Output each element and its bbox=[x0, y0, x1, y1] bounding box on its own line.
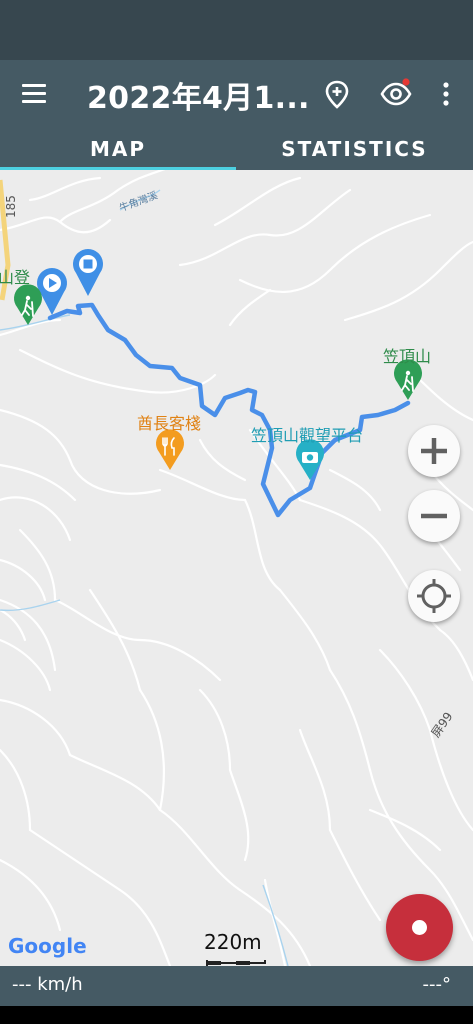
my-location-button[interactable] bbox=[408, 570, 460, 622]
notification-dot bbox=[402, 78, 410, 86]
tab-statistics[interactable]: STATISTICS bbox=[236, 128, 473, 170]
scale-label: 220m bbox=[204, 930, 262, 954]
map-roads bbox=[0, 170, 473, 966]
plus-icon bbox=[421, 438, 447, 464]
record-icon bbox=[412, 920, 427, 935]
bottom-status-bar: --- km/h ---° bbox=[0, 966, 473, 1006]
pin-end-icon bbox=[73, 249, 104, 296]
more-vert-icon[interactable] bbox=[426, 74, 466, 114]
minus-icon bbox=[421, 513, 447, 519]
page-title: 2022年4月1... bbox=[87, 81, 310, 116]
status-bar bbox=[0, 0, 473, 60]
app-bar: 2022年4月1... bbox=[0, 60, 473, 128]
tab-map[interactable]: MAP bbox=[0, 128, 236, 170]
speed-value: --- km/h bbox=[12, 974, 83, 995]
map-view[interactable]: 185 牛角灣溪 山登 笠頂山 酋長客棧 笠頂山觀望平台 屏99 Google … bbox=[0, 170, 473, 966]
record-button[interactable] bbox=[386, 894, 453, 961]
hamburger-menu-icon[interactable] bbox=[14, 74, 54, 114]
eye-icon[interactable] bbox=[375, 74, 415, 114]
system-nav-bar bbox=[0, 1006, 473, 1024]
viewpoint-label: 笠頂山觀望平台 bbox=[251, 426, 364, 445]
trailhead-label: 山登 bbox=[0, 268, 31, 287]
hiking-trailhead-icon bbox=[14, 284, 43, 325]
zoom-in-button[interactable] bbox=[408, 425, 460, 477]
google-logo: Google bbox=[8, 934, 87, 958]
restaurant-label: 酋長客棧 bbox=[137, 414, 202, 433]
restaurant-icon bbox=[156, 429, 184, 470]
add-marker-icon[interactable] bbox=[317, 74, 357, 114]
tab-bar: MAP STATISTICS bbox=[0, 128, 473, 170]
zoom-out-button[interactable] bbox=[408, 490, 460, 542]
road-185-label: 185 bbox=[4, 195, 18, 218]
my-location-icon bbox=[417, 579, 451, 613]
peak-label: 笠頂山 bbox=[383, 347, 432, 366]
bearing-value: ---° bbox=[422, 974, 452, 995]
pin-start-icon bbox=[37, 268, 67, 315]
